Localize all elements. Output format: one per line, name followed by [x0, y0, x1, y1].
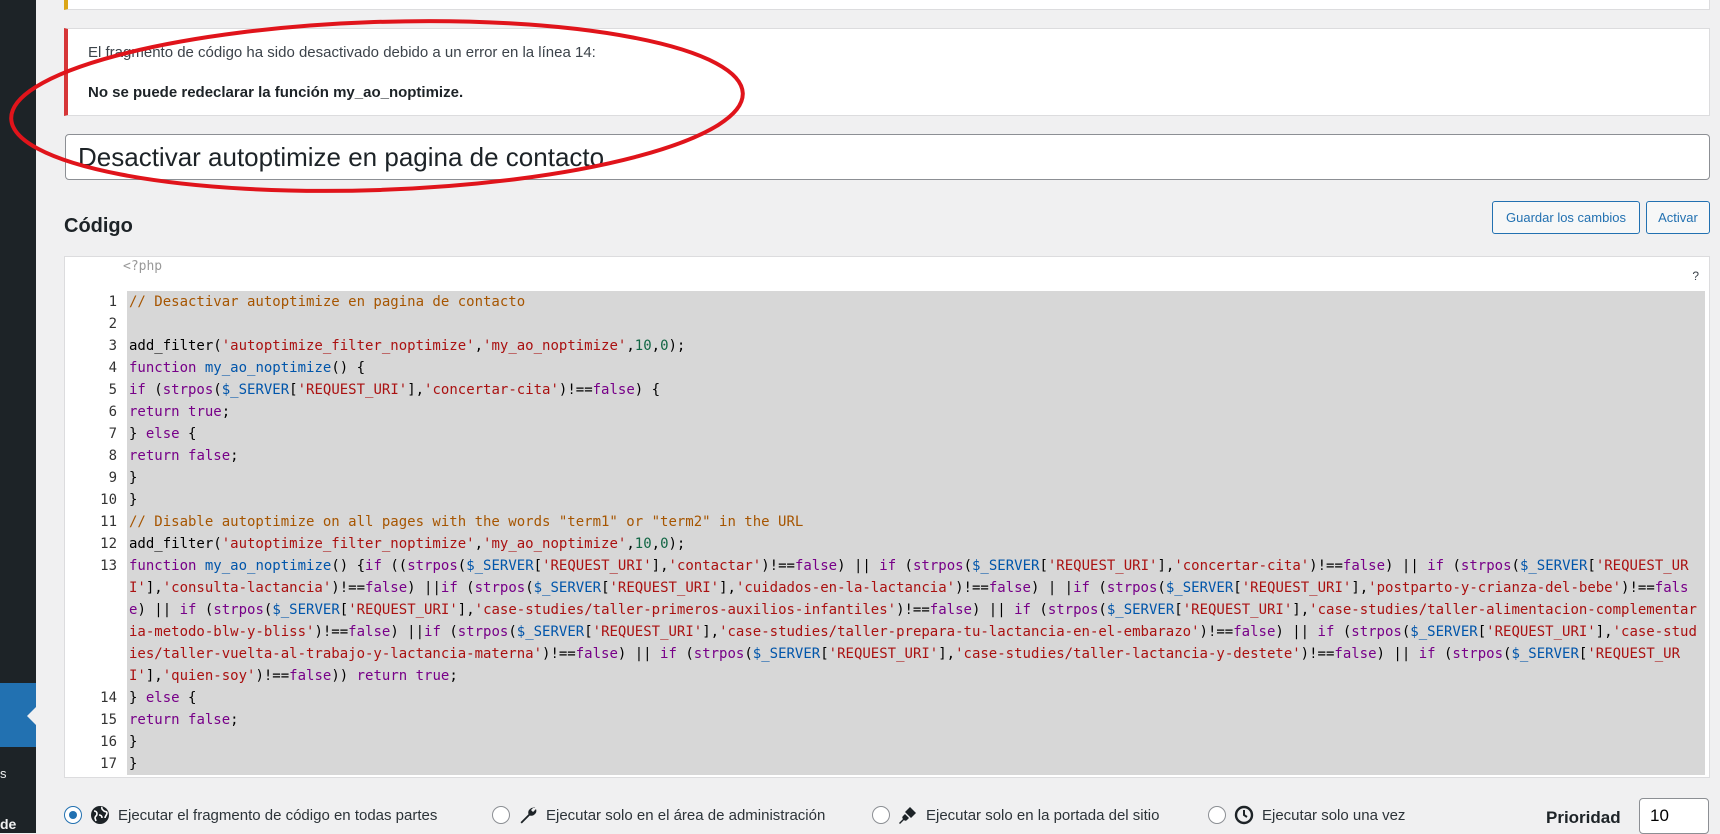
sidebar-text-fragment: s	[0, 766, 7, 781]
line-number: 13	[100, 558, 117, 574]
error-detail: No se puede redeclarar la función my_ao_…	[88, 84, 464, 101]
warning-notice	[64, 0, 1710, 10]
brush-icon	[899, 807, 916, 824]
error-message: El fragmento de código ha sido desactiva…	[88, 44, 596, 61]
code-line[interactable]	[127, 313, 1705, 335]
run-frontend-option[interactable]: Ejecutar solo en la portada del sitio	[872, 800, 1159, 830]
sidebar-active-item[interactable]	[0, 683, 36, 747]
activate-button[interactable]: Activar	[1646, 201, 1710, 234]
globe-icon	[91, 806, 109, 824]
line-number: 10	[100, 492, 117, 508]
line-number: 16	[100, 734, 117, 750]
code-line[interactable]: }	[127, 753, 1705, 775]
line-number: 8	[108, 448, 117, 464]
line-number: 7	[108, 426, 117, 442]
run-frontend-radio[interactable]	[872, 806, 890, 824]
code-line[interactable]: add_filter('autoptimize_filter_noptimize…	[127, 335, 1705, 357]
code-line[interactable]: return false;	[127, 445, 1705, 467]
clock-icon	[1234, 805, 1254, 825]
line-number: 11	[100, 514, 117, 530]
code-line[interactable]: // Desactivar autoptimize en pagina de c…	[127, 291, 1705, 313]
line-number: 17	[100, 756, 117, 772]
line-number: 2	[108, 316, 117, 332]
run-admin-radio[interactable]	[492, 806, 510, 824]
error-notice: El fragmento de código ha sido desactiva…	[64, 28, 1710, 116]
run-admin-option[interactable]: Ejecutar solo en el área de administraci…	[492, 800, 825, 830]
line-number-gutter: 1 2 3 4 5 6 7 8 9 10 11 12 13 14 15 16 1…	[65, 291, 119, 775]
line-number: 5	[108, 382, 117, 398]
run-everywhere-option[interactable]: Ejecutar el fragmento de código en todas…	[64, 800, 437, 830]
run-once-option[interactable]: Ejecutar solo una vez	[1208, 800, 1405, 830]
run-once-radio[interactable]	[1208, 806, 1226, 824]
priority-input[interactable]	[1639, 798, 1709, 834]
code-editor[interactable]: <?php ? 1 2 3 4 5 6 7 8 9 10 11 12 13 14…	[64, 256, 1710, 778]
line-number: 14	[100, 690, 117, 706]
line-number: 4	[108, 360, 117, 376]
run-everywhere-label: Ejecutar el fragmento de código en todas…	[118, 806, 438, 824]
line-number: 9	[108, 470, 117, 486]
code-line[interactable]: function my_ao_noptimize() {	[127, 357, 1705, 379]
code-line[interactable]: add_filter('autoptimize_filter_noptimize…	[127, 533, 1705, 555]
code-line[interactable]: // Disable autoptimize on all pages with…	[127, 511, 1705, 533]
code-line[interactable]: } else {	[127, 687, 1705, 709]
code-line[interactable]: } else {	[127, 423, 1705, 445]
code-heading: Código	[64, 215, 133, 237]
snippet-title-input[interactable]	[65, 134, 1710, 180]
code-content[interactable]: // Desactivar autoptimize en pagina de c…	[127, 291, 1705, 775]
code-line[interactable]: }	[127, 731, 1705, 753]
help-icon[interactable]: ?	[1692, 269, 1699, 283]
priority-label: Prioridad	[1546, 808, 1621, 827]
code-line[interactable]: function my_ao_noptimize() {if ((strpos(…	[127, 555, 1705, 687]
code-line[interactable]: return false;	[127, 709, 1705, 731]
line-number: 3	[108, 338, 117, 354]
run-scope-options: Ejecutar el fragmento de código en todas…	[64, 800, 1564, 830]
code-line[interactable]: if (strpos($_SERVER['REQUEST_URI'],'conc…	[127, 379, 1705, 401]
line-number: 6	[108, 404, 117, 420]
run-admin-label: Ejecutar solo en el área de administraci…	[546, 806, 826, 824]
code-line[interactable]: }	[127, 489, 1705, 511]
run-frontend-label: Ejecutar solo en la portada del sitio	[926, 806, 1160, 824]
save-changes-button[interactable]: Guardar los cambios	[1492, 201, 1640, 234]
line-number: 12	[100, 536, 117, 552]
sidebar-text-fragment: de	[0, 816, 17, 832]
run-once-label: Ejecutar solo una vez	[1262, 806, 1406, 824]
php-open-tag: <?php	[123, 259, 163, 274]
line-number: 1	[108, 294, 117, 310]
wrench-icon	[520, 807, 537, 824]
admin-sidebar: s de	[0, 0, 36, 833]
code-line[interactable]: return true;	[127, 401, 1705, 423]
line-number: 15	[100, 712, 117, 728]
code-line[interactable]: }	[127, 467, 1705, 489]
run-everywhere-radio[interactable]	[64, 806, 82, 824]
